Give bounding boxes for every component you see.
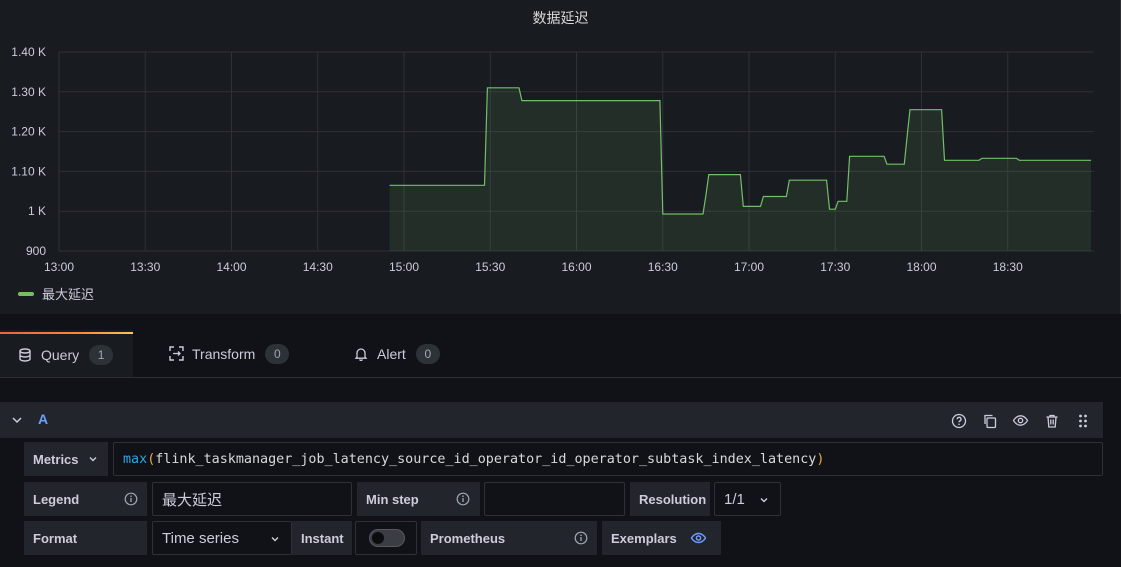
tab-transform-label: Transform [192, 345, 256, 362]
query-row-header[interactable]: A [0, 402, 1103, 438]
query-paren-open: ( [147, 451, 156, 467]
tab-transform[interactable]: Transform 0 [168, 330, 290, 377]
transform-icon [168, 346, 184, 362]
x-tick-label: 13:30 [130, 260, 160, 274]
chevron-down-icon [760, 498, 768, 503]
x-tick-label: 18:30 [993, 260, 1023, 274]
editor-tabs: Query 1 Transform 0 Alert 0 [0, 330, 1121, 378]
query-metric: flink_taskmanager_job_latency_source_id_… [155, 451, 817, 467]
chevron-down-icon[interactable] [10, 413, 24, 427]
x-tick-label: 15:00 [389, 260, 419, 274]
x-tick-label: 18:00 [906, 260, 936, 274]
legend-format-value: 最大延迟 [162, 491, 223, 509]
query-ref-id[interactable]: A [38, 411, 48, 427]
y-tick-label: 1.10 K [11, 164, 46, 178]
min-step-field-label: Min step [366, 491, 419, 507]
drag-handle-icon[interactable] [1074, 412, 1091, 429]
tab-alert-count: 0 [415, 343, 440, 364]
info-icon[interactable] [124, 492, 138, 506]
tab-query-count: 1 [89, 344, 114, 365]
metrics-label: Metrics [33, 451, 79, 467]
y-tick-label: 1.30 K [11, 85, 46, 99]
x-tick-label: 17:00 [734, 260, 764, 274]
info-icon[interactable] [456, 492, 470, 506]
info-icon[interactable] [574, 531, 588, 545]
instant-field-label: Instant [301, 530, 344, 546]
y-tick-label: 1 K [28, 204, 46, 218]
query-paren-close: ) [816, 451, 825, 467]
instant-toggle[interactable] [369, 529, 405, 547]
database-icon [17, 347, 33, 363]
y-tick-label: 1.40 K [11, 45, 46, 59]
trash-icon[interactable] [1043, 412, 1060, 429]
metrics-browser-button[interactable]: Metrics [24, 442, 108, 476]
resolution-field-label: Resolution [639, 491, 707, 507]
exemplars-field-label: Exemplars [611, 530, 677, 546]
instant-label: Instant [292, 521, 352, 555]
copy-icon[interactable] [981, 412, 998, 429]
resolution-value: 1/1 [724, 490, 745, 508]
x-tick-label: 17:30 [820, 260, 850, 274]
legend-field-label: Legend [33, 491, 80, 507]
min-step-input[interactable] [484, 482, 625, 516]
query-actions [950, 412, 1091, 429]
legend-label: 最大延迟 [42, 287, 95, 302]
x-tick-label: 13:00 [44, 260, 74, 274]
help-icon[interactable] [950, 412, 967, 429]
x-tick-label: 15:30 [475, 260, 505, 274]
prometheus-field-label: Prometheus [430, 530, 506, 546]
resolution-select[interactable]: 1/1 [714, 482, 781, 516]
y-tick-label: 1.20 K [11, 125, 46, 139]
eye-icon[interactable] [1012, 412, 1029, 429]
graph-panel: 数据延迟 900 1 K 1.10 K 1.20 K 1.30 K 1.40 K 13:00… [0, 0, 1121, 314]
format-label: Format [24, 521, 147, 555]
x-tick-label: 16:30 [648, 260, 678, 274]
bell-icon [353, 346, 369, 362]
panel-title[interactable]: 数据延迟 [0, 8, 1121, 28]
query-function: max [123, 451, 148, 467]
format-value: Time series [162, 529, 239, 547]
format-select[interactable]: Time series [152, 521, 292, 555]
legend-format-label: Legend [24, 482, 147, 516]
x-tick-label: 14:30 [303, 260, 333, 274]
promql-query-input[interactable]: max(flink_taskmanager_job_latency_source… [113, 442, 1103, 476]
toggle-knob [372, 532, 384, 544]
tab-query[interactable]: Query 1 [0, 330, 133, 377]
min-step-label: Min step [357, 482, 480, 516]
legend-swatch [18, 291, 34, 296]
tab-transform-count: 0 [265, 343, 290, 364]
y-tick-label: 900 [26, 244, 46, 258]
exemplars-toggle[interactable]: Exemplars [602, 521, 721, 555]
query-editor: A Metrics max(flink_taskmanager_job_late… [0, 378, 1121, 567]
prometheus-label: Prometheus [421, 521, 597, 555]
legend-format-input[interactable]: 最大延迟 [152, 482, 352, 516]
format-field-label: Format [33, 530, 78, 546]
chevron-down-icon [271, 537, 279, 542]
x-tick-label: 14:00 [216, 260, 246, 274]
resolution-label: Resolution [630, 482, 710, 516]
series-area [389, 87, 1092, 251]
x-tick-label: 16:00 [561, 260, 591, 274]
chart-legend[interactable]: 最大延迟 [18, 284, 94, 303]
time-series-chart[interactable]: 900 1 K 1.10 K 1.20 K 1.30 K 1.40 K 13:00 13:30… [0, 30, 1121, 280]
tab-alert[interactable]: Alert 0 [353, 330, 440, 377]
eye-icon [690, 532, 707, 544]
tab-alert-label: Alert [377, 345, 406, 362]
chevron-down-icon [89, 457, 97, 462]
tab-query-label: Query [41, 346, 80, 363]
instant-toggle-container [355, 521, 417, 555]
